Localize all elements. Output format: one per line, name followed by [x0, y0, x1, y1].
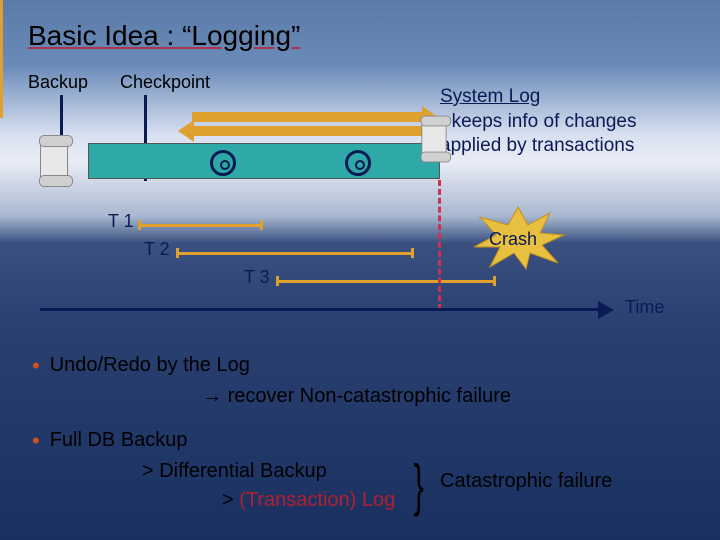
arrow-right-icon — [192, 112, 424, 122]
transaction-t3-bar — [276, 280, 496, 283]
bullet-2-sub1: > Differential Backup — [142, 460, 327, 482]
bullet-2-text: Full DB Backup — [50, 429, 188, 451]
gt-symbol: > — [222, 489, 239, 511]
system-log-heading: System Log — [440, 86, 540, 107]
checkpoint-label: Checkpoint — [120, 72, 210, 93]
time-label: Time — [625, 297, 664, 318]
arrow-left-icon — [192, 126, 424, 136]
bullet-icon: • — [32, 428, 40, 453]
scroll-icon — [421, 120, 446, 158]
transaction-t1-label: T 1 — [108, 211, 134, 232]
crash-label: Crash — [489, 229, 537, 250]
crash-callout: Crash — [470, 205, 566, 276]
bullet-2-sub2: > (Transaction) Log — [222, 489, 395, 511]
bullet-2-sub2-red: (Transaction) Log — [239, 489, 395, 511]
arrow-icon: → — [202, 385, 222, 407]
transaction-t3-label: T 3 — [244, 267, 270, 288]
transaction-t2-label: T 2 — [144, 239, 170, 260]
transaction-t2-bar — [176, 252, 414, 255]
bullet-1-sub: → recover Non-catastrophic failure — [202, 385, 511, 407]
disk-icon — [345, 150, 371, 176]
page-title: Basic Idea : “Logging” — [28, 20, 300, 52]
timeline-bar — [88, 143, 440, 179]
bullet-list: • Undo/Redo by the Log → recover Non-cata… — [32, 350, 511, 529]
bullet-1-sub-text: recover Non-catastrophic failure — [228, 385, 511, 407]
disk-icon — [210, 150, 236, 176]
system-log-note: System Log - keeps info of changes appli… — [440, 85, 636, 159]
connector-line — [0, 44, 3, 118]
system-log-desc2: applied by transactions — [440, 135, 634, 156]
crash-line — [438, 180, 441, 310]
scroll-icon — [40, 140, 68, 182]
brace-icon: } — [413, 453, 423, 519]
bullet-icon: • — [32, 353, 40, 378]
list-item: • Undo/Redo by the Log → recover Non-cata… — [32, 350, 511, 411]
time-axis — [40, 308, 600, 311]
transaction-t1-bar — [138, 224, 263, 227]
connector-line — [0, 0, 3, 44]
backup-label: Backup — [28, 72, 88, 93]
system-log-desc1: - keeps info of changes — [440, 111, 636, 132]
catastrophic-label: Catastrophic failure — [440, 470, 612, 493]
bullet-1-text: Undo/Redo by the Log — [50, 354, 250, 376]
